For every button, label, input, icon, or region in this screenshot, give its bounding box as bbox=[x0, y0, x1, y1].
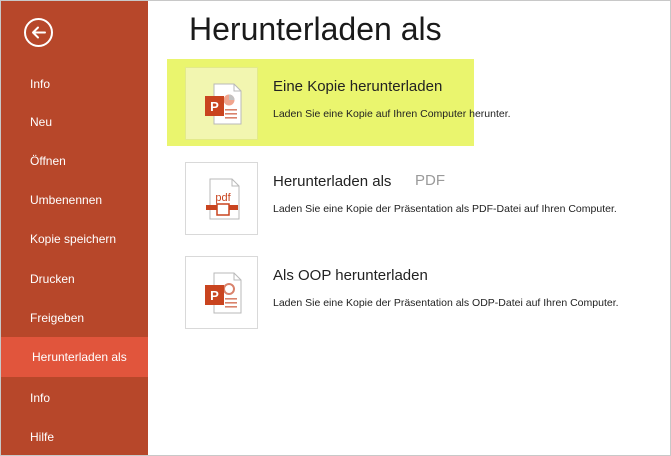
svg-text:pdf: pdf bbox=[215, 192, 231, 204]
page-title: Herunterladen als bbox=[189, 11, 442, 47]
option-download-pdf[interactable]: pdf Herunterladen als PDF Laden Sie eine… bbox=[185, 162, 635, 237]
option-description: Laden Sie eine Kopie der Präsentation al… bbox=[273, 203, 617, 215]
powerpoint-file-icon: P bbox=[205, 83, 242, 125]
option-title[interactable]: Eine Kopie herunterladen bbox=[273, 78, 442, 95]
sidebar-item-drucken[interactable]: Drucken bbox=[1, 259, 148, 299]
sidebar-item-kopie-speichern[interactable]: Kopie speichern bbox=[1, 219, 148, 259]
sidebar-item-info[interactable]: Info bbox=[1, 64, 148, 104]
svg-text:P: P bbox=[210, 288, 219, 303]
option-tile[interactable]: pdf bbox=[185, 162, 258, 235]
sidebar-item-neu[interactable]: Neu bbox=[1, 102, 148, 142]
option-tile[interactable]: P bbox=[185, 67, 258, 140]
option-description: Laden Sie eine Kopie der Präsentation al… bbox=[273, 297, 619, 309]
ghost-text: PDF bbox=[415, 172, 445, 189]
back-button[interactable] bbox=[24, 18, 53, 47]
option-title[interactable]: Herunterladen als bbox=[273, 173, 391, 190]
option-download-odp[interactable]: P Als OOP herunterladen Laden Sie eine K… bbox=[185, 256, 635, 331]
sidebar-item-oeffnen[interactable]: Öffnen bbox=[1, 141, 148, 181]
pdf-file-icon: pdf bbox=[206, 178, 240, 220]
option-title[interactable]: Als OOP herunterladen bbox=[273, 267, 428, 284]
sidebar-item-info-2[interactable]: Info bbox=[1, 378, 148, 418]
sidebar-item-hilfe[interactable]: Hilfe bbox=[1, 417, 148, 455]
sidebar-item-herunterladen-als[interactable]: Herunterladen als bbox=[1, 337, 148, 377]
option-tile[interactable]: P bbox=[185, 256, 258, 329]
option-download-copy[interactable]: P Eine Kopie herunterladen Laden Sie ein… bbox=[185, 67, 635, 142]
sidebar-item-freigeben[interactable]: Freigeben bbox=[1, 298, 148, 338]
main-panel: Herunterladen als P Eine Kopie herunterl… bbox=[148, 1, 670, 455]
odp-file-icon: P bbox=[205, 272, 242, 314]
arrow-left-icon bbox=[32, 26, 46, 39]
option-description: Laden Sie eine Kopie auf Ihren Computer … bbox=[273, 108, 511, 120]
sidebar-item-umbenennen[interactable]: Umbenennen bbox=[1, 180, 148, 220]
app-window: Info Neu Öffnen Umbenennen Kopie speiche… bbox=[0, 0, 671, 456]
sidebar: Info Neu Öffnen Umbenennen Kopie speiche… bbox=[1, 1, 148, 455]
svg-text:P: P bbox=[210, 99, 219, 114]
